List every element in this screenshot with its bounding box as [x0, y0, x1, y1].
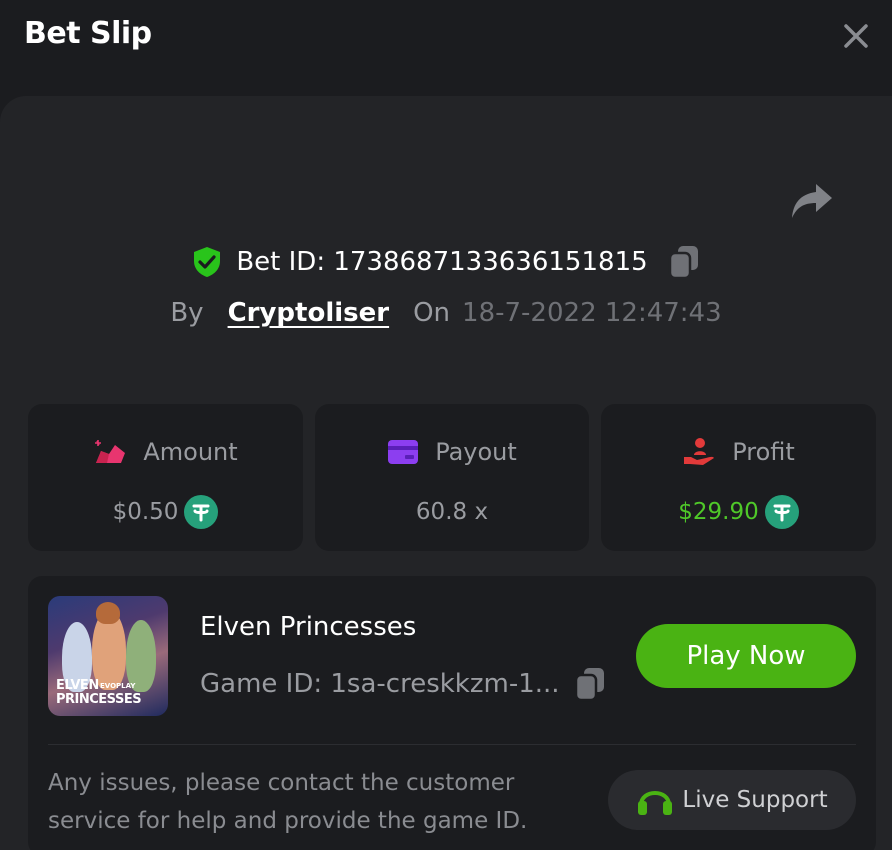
close-icon[interactable] — [838, 18, 874, 54]
amount-header: Amount — [28, 434, 303, 470]
page-title: Bet Slip — [24, 16, 152, 51]
game-name: Elven Princesses — [200, 612, 417, 642]
game-id-row: Game ID: 1sa-creskkzm-1... — [200, 664, 606, 704]
header: Bet Slip — [0, 0, 892, 96]
help-text: Any issues, please contact the customer … — [48, 770, 528, 834]
live-support-button[interactable]: Live Support — [608, 770, 856, 830]
payout-header: Payout — [315, 434, 589, 470]
game-thumbnail[interactable]: ELVEN EVOPLAY PRINCESSES — [48, 596, 168, 716]
thumb-brand: EVOPLAY — [100, 682, 136, 690]
thumb-title-line1: ELVEN — [56, 678, 99, 693]
card-icon — [388, 440, 419, 464]
profit-card: Profit $29.90 — [601, 404, 876, 551]
profit-value: $29.90 — [678, 499, 759, 525]
shield-check-icon — [194, 247, 221, 277]
bet-id-row: Bet ID: 1738687133636151815 — [0, 240, 892, 284]
tether-icon — [764, 495, 799, 529]
amount-value-row: $0.50 — [28, 492, 303, 532]
payout-card: Payout 60.8 x — [315, 404, 589, 551]
game-id: Game ID: 1sa-creskkzm-1... — [200, 669, 560, 699]
bet-meta-row: By Cryptoliser On 18-7-2022 12:47:43 — [0, 293, 892, 333]
copy-icon[interactable] — [668, 244, 700, 280]
profit-header: Profit — [601, 434, 876, 470]
amount-label: Amount — [143, 438, 238, 466]
play-now-button[interactable]: Play Now — [636, 624, 856, 688]
bet-date: 18-7-2022 12:47:43 — [462, 298, 722, 328]
copy-icon[interactable] — [574, 666, 606, 702]
payout-value-row: 60.8 x — [315, 492, 589, 532]
amount-card: Amount $0.50 — [28, 404, 303, 551]
game-card: ELVEN EVOPLAY PRINCESSES Elven Princesse… — [28, 576, 876, 850]
by-label: By — [170, 298, 204, 328]
tether-icon — [184, 495, 219, 529]
amount-value: $0.50 — [112, 499, 179, 525]
payout-value: 60.8 x — [415, 499, 489, 525]
on-label: On — [413, 298, 451, 328]
live-support-label: Live Support — [682, 787, 828, 813]
share-icon[interactable] — [790, 180, 834, 220]
profit-value-row: $29.90 — [601, 492, 876, 532]
hand-user-icon — [684, 438, 715, 465]
bet-id: Bet ID: 1738687133636151815 — [236, 247, 648, 277]
divider — [48, 744, 856, 745]
profit-label: Profit — [732, 438, 795, 466]
payout-label: Payout — [435, 438, 517, 466]
chips-icon — [95, 440, 126, 463]
thumb-title-line2: PRINCESSES — [56, 692, 142, 707]
user-link[interactable]: Cryptoliser — [228, 298, 390, 328]
headset-icon — [638, 791, 673, 815]
